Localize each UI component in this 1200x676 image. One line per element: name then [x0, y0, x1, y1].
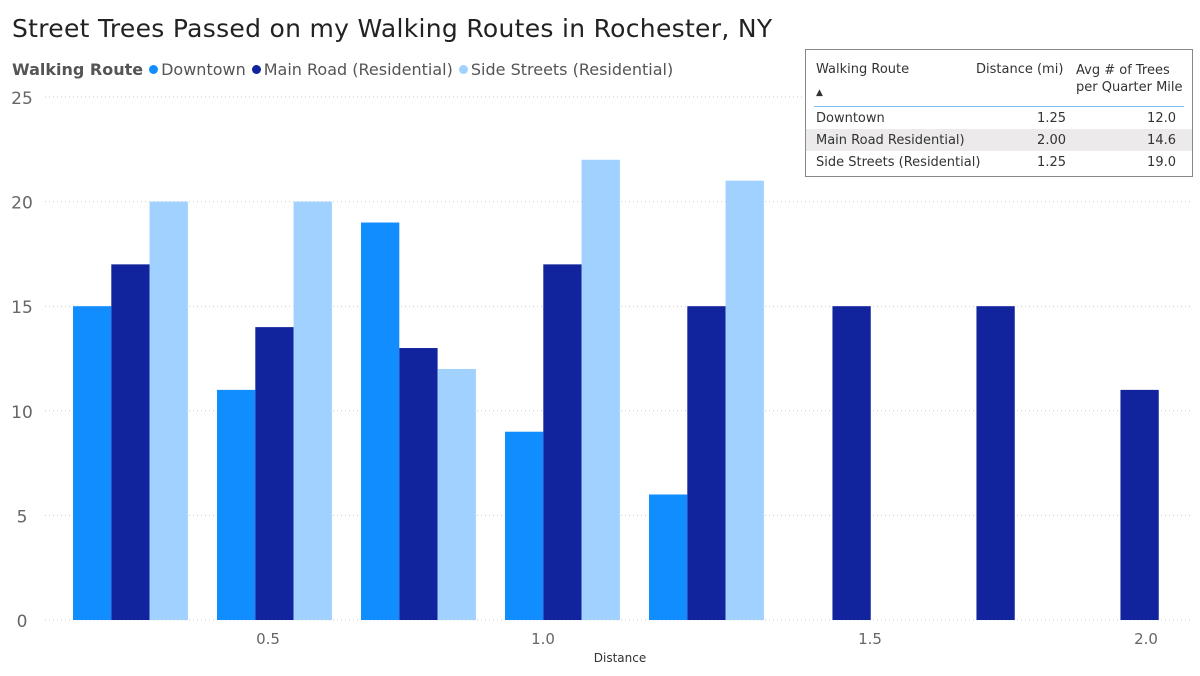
summary-table: Walking Route Distance (mi) Avg # of Tre… — [805, 49, 1193, 177]
bar-main-road-residential--2[interactable] — [1120, 389, 1159, 620]
header-avg-trees[interactable]: Avg # of Trees per Quarter Mile — [1076, 62, 1186, 96]
header-walking-route[interactable]: Walking Route — [816, 62, 909, 77]
bar-main-road-residential--1.25[interactable] — [687, 306, 726, 620]
table-cell: Side Streets (Residential) — [816, 154, 981, 170]
bar-side-streets-residential--1[interactable] — [581, 159, 620, 620]
header-distance[interactable]: Distance (mi) — [976, 62, 1063, 77]
bar-main-road-residential--1.5[interactable] — [832, 306, 871, 620]
x-tick-label: 0.5 — [256, 630, 280, 648]
bar-side-streets-residential--0.75[interactable] — [437, 368, 476, 620]
table-cell: 2.00 — [1037, 132, 1066, 148]
table-cell: 1.25 — [1037, 154, 1066, 170]
y-tick-label: 15 — [11, 298, 33, 318]
table-cell: 14.6 — [1147, 132, 1176, 148]
bar-main-road-residential--0.5[interactable] — [255, 327, 294, 620]
x-axis-title: Distance — [594, 651, 646, 665]
y-tick-label: 25 — [11, 89, 33, 109]
bar-main-road-residential--1.75[interactable] — [976, 306, 1015, 620]
bar-downtown-0.75[interactable] — [361, 222, 400, 620]
sort-ascending-icon[interactable]: ▲ — [816, 88, 823, 98]
bar-side-streets-residential--0.25[interactable] — [149, 201, 188, 620]
table-cell: 1.25 — [1037, 110, 1066, 126]
x-tick-label: 1.5 — [858, 630, 882, 648]
bar-downtown-1[interactable] — [505, 431, 544, 620]
bar-main-road-residential--1[interactable] — [543, 264, 582, 620]
bar-main-road-residential--0.75[interactable] — [399, 348, 438, 620]
x-tick-label: 1.0 — [531, 630, 555, 648]
bar-downtown-0.5[interactable] — [217, 389, 256, 620]
table-row[interactable]: Main Road Residential) 2.00 14.6 — [806, 129, 1192, 151]
bar-downtown-0.25[interactable] — [73, 306, 112, 620]
bar-main-road-residential--0.25[interactable] — [111, 264, 150, 620]
bar-side-streets-residential--0.5[interactable] — [293, 201, 332, 620]
table-row[interactable]: Side Streets (Residential) 1.25 19.0 — [806, 151, 1192, 173]
y-tick-label: 10 — [11, 403, 33, 423]
y-tick-label: 0 — [17, 612, 28, 632]
table-row[interactable]: Downtown 1.25 12.0 — [806, 107, 1192, 129]
table-header: Walking Route Distance (mi) Avg # of Tre… — [814, 50, 1184, 107]
bar-side-streets-residential--1.25[interactable] — [725, 180, 764, 620]
table-cell: 12.0 — [1147, 110, 1176, 126]
table-cell: Downtown — [816, 110, 885, 126]
y-tick-label: 5 — [17, 507, 28, 527]
y-tick-label: 20 — [11, 194, 33, 214]
table-cell: 19.0 — [1147, 154, 1176, 170]
bar-downtown-1.25[interactable] — [649, 494, 688, 620]
x-tick-label: 2.0 — [1134, 630, 1158, 648]
table-cell: Main Road Residential) — [816, 132, 965, 148]
